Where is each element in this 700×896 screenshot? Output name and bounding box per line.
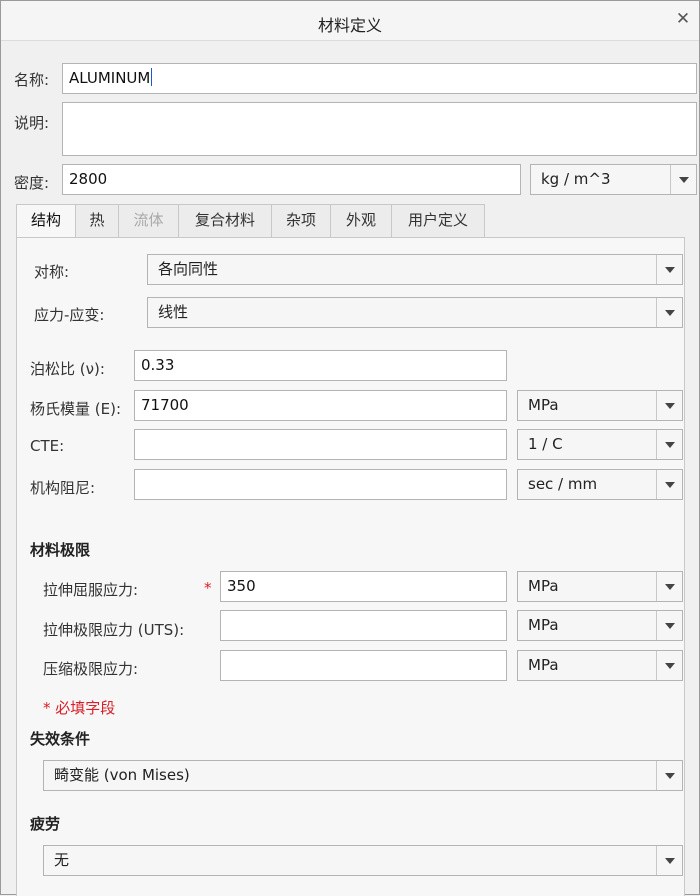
tab-thermal[interactable]: 热: [75, 204, 119, 237]
chevron-down-icon: [656, 846, 682, 875]
tensile-yield-unit-select[interactable]: MPa: [517, 571, 683, 602]
uts-label: 拉伸极限应力 (UTS):: [43, 621, 185, 639]
chevron-down-icon: [656, 298, 682, 327]
youngs-modulus-unit-value: MPa: [528, 396, 559, 414]
chevron-down-icon: [656, 255, 682, 284]
chevron-down-icon: [670, 165, 696, 194]
uts-unit-select[interactable]: MPa: [517, 610, 683, 641]
density-unit-select[interactable]: kg / m^3: [530, 164, 697, 195]
chevron-down-icon: [656, 611, 682, 640]
poisson-label: 泊松比 (ν):: [30, 360, 105, 378]
cte-label: CTE:: [30, 437, 65, 455]
youngs-modulus-label: 杨氏模量 (E):: [30, 400, 122, 418]
cte-unit-select[interactable]: 1 / C: [517, 429, 683, 460]
cte-input[interactable]: [134, 429, 507, 460]
compressive-limit-unit-select[interactable]: MPa: [517, 650, 683, 681]
chevron-down-icon: [656, 761, 682, 790]
material-definition-dialog: 材料定义 ✕ 名称: ALUMINUM 说明: 密度: 2800 kg / m^…: [0, 0, 700, 896]
damping-unit-select[interactable]: sec / mm: [517, 469, 683, 500]
name-label: 名称:: [14, 71, 50, 89]
close-icon[interactable]: ✕: [673, 9, 693, 31]
material-limits-heading: 材料极限: [30, 541, 91, 559]
damping-input[interactable]: [134, 469, 507, 500]
tab-user-defined[interactable]: 用户定义: [391, 204, 485, 237]
failure-criterion-value: 畸变能 (von Mises): [54, 766, 190, 784]
compressive-limit-label: 压缩极限应力:: [43, 660, 139, 678]
tab-fluid[interactable]: 流体: [118, 204, 179, 237]
failure-criterion-select[interactable]: 畸变能 (von Mises): [43, 760, 683, 791]
tensile-yield-input[interactable]: 350: [220, 571, 507, 602]
chevron-down-icon: [656, 651, 682, 680]
title-bar: 材料定义 ✕: [1, 1, 699, 41]
tab-composite[interactable]: 复合材料: [178, 204, 272, 237]
tab-structure[interactable]: 结构: [16, 204, 76, 238]
tensile-yield-unit-value: MPa: [528, 577, 559, 595]
uts-unit-value: MPa: [528, 616, 559, 634]
stress-strain-select[interactable]: 线性: [147, 297, 683, 328]
tensile-yield-label: 拉伸屈服应力:: [43, 581, 139, 599]
dialog-title: 材料定义: [317, 16, 382, 35]
symmetry-select[interactable]: 各向同性: [147, 254, 683, 285]
damping-label: 机构阻尼:: [30, 479, 96, 497]
required-fields-note: * 必填字段: [43, 699, 116, 717]
structure-panel: [16, 237, 685, 896]
name-input[interactable]: ALUMINUM: [62, 63, 697, 94]
density-input[interactable]: 2800: [62, 164, 521, 195]
youngs-modulus-input[interactable]: 71700: [134, 390, 507, 421]
tab-misc[interactable]: 杂项: [271, 204, 331, 237]
youngs-modulus-unit-select[interactable]: MPa: [517, 390, 683, 421]
chevron-down-icon: [656, 391, 682, 420]
uts-input[interactable]: [220, 610, 507, 641]
density-unit-value: kg / m^3: [541, 170, 611, 188]
required-marker: *: [204, 579, 212, 597]
name-input-value: ALUMINUM: [69, 69, 151, 87]
stress-strain-label: 应力-应变:: [34, 306, 105, 324]
fatigue-select[interactable]: 无: [43, 845, 683, 876]
description-label: 说明:: [14, 114, 50, 132]
chevron-down-icon: [656, 572, 682, 601]
poisson-input[interactable]: 0.33: [134, 350, 507, 381]
symmetry-label: 对称:: [34, 263, 70, 281]
text-caret: [151, 68, 153, 86]
tab-appearance[interactable]: 外观: [330, 204, 392, 237]
symmetry-value: 各向同性: [158, 260, 219, 278]
fatigue-value: 无: [54, 851, 70, 869]
chevron-down-icon: [656, 430, 682, 459]
description-textarea[interactable]: [62, 102, 697, 156]
damping-unit-value: sec / mm: [528, 475, 598, 493]
compressive-limit-input[interactable]: [220, 650, 507, 681]
density-label: 密度:: [14, 174, 50, 192]
cte-unit-value: 1 / C: [528, 435, 563, 453]
fatigue-heading: 疲劳: [30, 815, 61, 833]
failure-criterion-heading: 失效条件: [30, 730, 91, 748]
compressive-limit-unit-value: MPa: [528, 656, 559, 674]
stress-strain-value: 线性: [158, 303, 189, 321]
chevron-down-icon: [656, 470, 682, 499]
